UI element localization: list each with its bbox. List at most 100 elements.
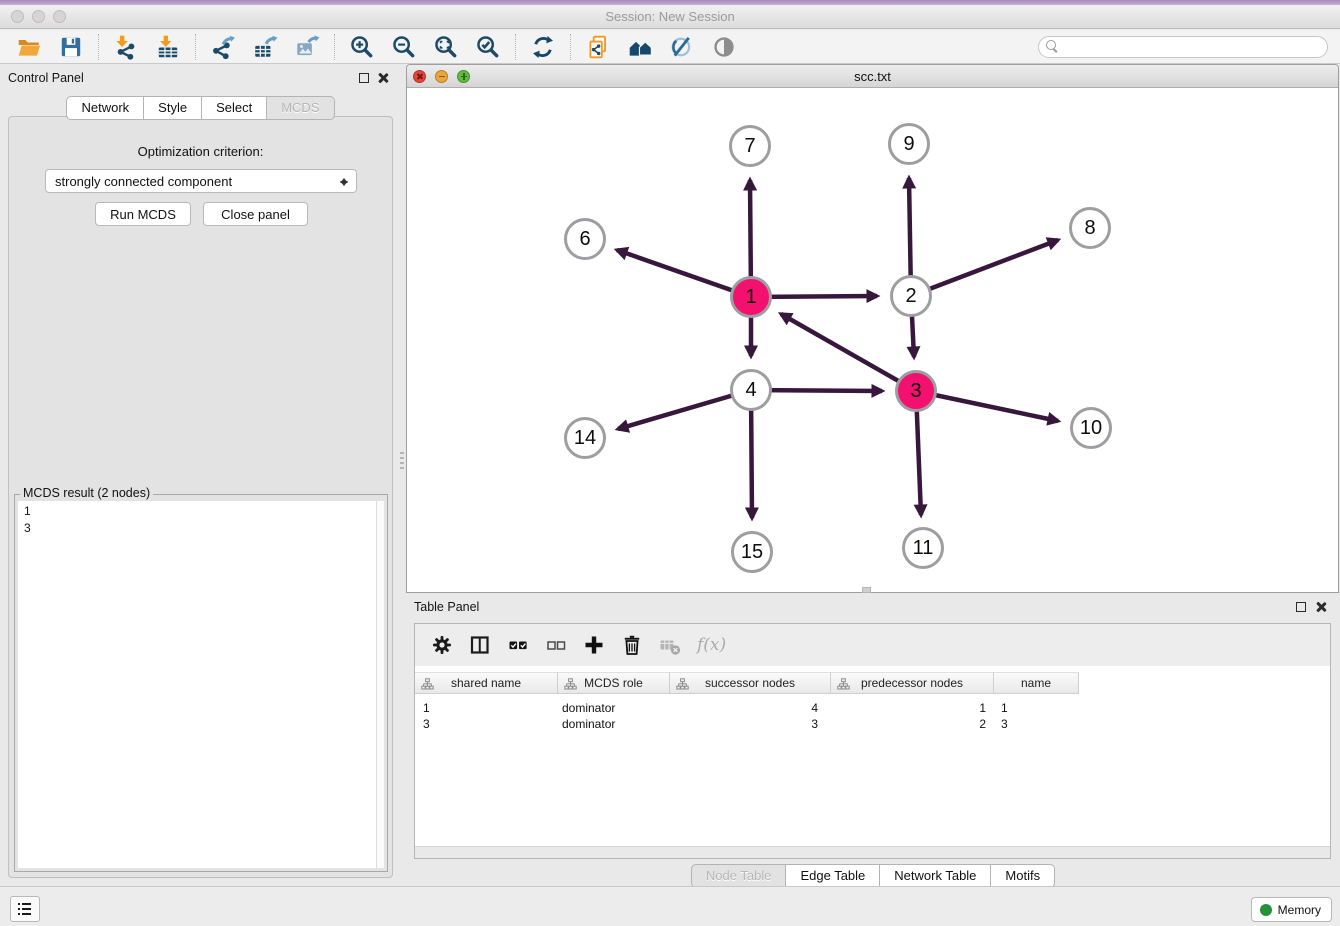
search-input[interactable] [1038, 36, 1328, 58]
node-15[interactable]: 15 [731, 531, 773, 573]
tab-network-table[interactable]: Network Table [880, 864, 991, 888]
hide-graphics-details-icon[interactable] [667, 32, 697, 62]
cell-predecessor-nodes[interactable]: 1 [831, 700, 994, 716]
node-2[interactable]: 2 [890, 275, 932, 317]
table-panel-title: Table Panel [414, 600, 479, 614]
task-history-button[interactable] [10, 896, 40, 922]
node-label: 2 [905, 285, 916, 308]
edge-2-8[interactable] [911, 240, 1058, 296]
refresh-layout-icon[interactable] [528, 32, 558, 62]
edge-3-1[interactable] [781, 314, 916, 391]
zoom-selected-icon[interactable] [473, 32, 503, 62]
table-settings-gear-icon[interactable] [427, 630, 457, 660]
create-column-icon[interactable] [579, 630, 609, 660]
share-session-icon[interactable] [583, 32, 613, 62]
export-table-icon[interactable] [250, 32, 280, 62]
cell-mcds-role[interactable]: dominator [558, 700, 670, 716]
splitter-grip[interactable] [862, 587, 871, 593]
home-icon[interactable] [625, 32, 655, 62]
mcds-result-textarea[interactable]: 1 3 [18, 501, 384, 868]
node-label: 8 [1084, 217, 1095, 240]
table-row[interactable]: 3 dominator 3 2 3 [415, 716, 1330, 732]
tab-node-table[interactable]: Node Table [691, 864, 787, 888]
tab-network[interactable]: Network [66, 96, 144, 120]
presentation-mode-icon[interactable] [709, 32, 739, 62]
column-header-name[interactable]: name [994, 672, 1079, 694]
table-horizontal-scrollbar[interactable] [415, 846, 1330, 858]
optimization-criterion-label: Optimization criterion: [9, 144, 392, 159]
control-panel-tabs: Network Style Select MCDS [0, 96, 401, 120]
table-tabs: Node Table Edge Table Network Table Moti… [406, 864, 1340, 888]
node-14[interactable]: 14 [564, 417, 606, 459]
column-type-icon [564, 678, 577, 691]
search-field [1038, 36, 1328, 58]
save-session-icon[interactable] [56, 32, 86, 62]
tab-select[interactable]: Select [202, 96, 267, 120]
node-label: 6 [579, 228, 590, 251]
export-image-icon[interactable] [292, 32, 322, 62]
node-3[interactable]: 3 [895, 370, 937, 412]
cytoscape-app: Session: New Session [0, 0, 1340, 926]
close-panel-button[interactable]: Close panel [203, 202, 308, 226]
tab-style[interactable]: Style [144, 96, 202, 120]
cell-mcds-role[interactable]: dominator [558, 716, 670, 732]
import-network-icon[interactable] [111, 32, 141, 62]
tab-motifs[interactable]: Motifs [991, 864, 1055, 888]
toolbar-separator [195, 34, 196, 60]
network-view-window: scc.txt [406, 64, 1339, 593]
column-type-icon [676, 678, 689, 691]
network-canvas[interactable]: 1 2 3 4 6 7 8 9 10 11 14 15 [407, 88, 1338, 592]
network-window-titlebar: scc.txt [407, 65, 1338, 88]
float-panel-icon[interactable] [1296, 602, 1306, 612]
column-type-icon [837, 678, 850, 691]
show-column-panel-icon[interactable] [465, 630, 495, 660]
tab-mcds[interactable]: MCDS [267, 96, 334, 120]
edge-3-10[interactable] [916, 391, 1058, 421]
node-6[interactable]: 6 [564, 218, 606, 260]
zoom-in-icon[interactable] [347, 32, 377, 62]
cell-successor-nodes[interactable]: 4 [670, 700, 831, 716]
zoom-fit-icon[interactable] [431, 32, 461, 62]
import-table-icon[interactable] [153, 32, 183, 62]
cell-shared-name[interactable]: 1 [415, 700, 558, 716]
node-11[interactable]: 11 [902, 527, 944, 569]
column-header-predecessor-nodes[interactable]: predecessor nodes [831, 672, 994, 694]
result-line: 1 [24, 503, 31, 520]
result-scrollbar[interactable] [376, 501, 384, 868]
delete-column-icon[interactable] [617, 630, 647, 660]
column-header-mcds-role[interactable]: MCDS role [558, 672, 670, 694]
memory-label: Memory [1278, 903, 1321, 917]
cell-predecessor-nodes[interactable]: 2 [831, 716, 994, 732]
export-network-icon[interactable] [208, 32, 238, 62]
table-panel-header: Table Panel [406, 593, 1340, 619]
cell-successor-nodes[interactable]: 3 [670, 716, 831, 732]
node-7[interactable]: 7 [729, 125, 771, 167]
node-1[interactable]: 1 [730, 276, 772, 318]
zoom-out-icon[interactable] [389, 32, 419, 62]
memory-button[interactable]: Memory [1251, 897, 1332, 922]
node-8[interactable]: 8 [1069, 207, 1111, 249]
column-header-successor-nodes[interactable]: successor nodes [670, 672, 831, 694]
cell-name[interactable]: 1 [994, 700, 1079, 716]
node-9[interactable]: 9 [888, 123, 930, 165]
table-row[interactable]: 1 dominator 4 1 1 [415, 700, 1330, 716]
criterion-select[interactable]: strongly connected component [45, 169, 357, 193]
table-toolbar: f(x) [415, 624, 1330, 666]
close-panel-icon[interactable] [378, 72, 389, 83]
run-mcds-button[interactable]: Run MCDS [95, 202, 191, 226]
select-all-columns-icon[interactable] [503, 630, 533, 660]
cell-shared-name[interactable]: 3 [415, 716, 558, 732]
main-toolbar [0, 30, 1340, 64]
node-10[interactable]: 10 [1070, 407, 1112, 449]
cell-name[interactable]: 3 [994, 716, 1079, 732]
node-table: f(x) shared name MCDS role successor nod… [414, 623, 1331, 859]
open-session-icon[interactable] [14, 32, 44, 62]
column-header-shared-name[interactable]: shared name [415, 672, 558, 694]
deselect-all-columns-icon[interactable] [541, 630, 571, 660]
node-4[interactable]: 4 [730, 369, 772, 411]
close-panel-icon[interactable] [1316, 601, 1327, 612]
tab-edge-table[interactable]: Edge Table [786, 864, 880, 888]
node-label: 3 [910, 380, 921, 403]
splitter-grip[interactable] [400, 452, 404, 470]
float-panel-icon[interactable] [359, 73, 369, 83]
